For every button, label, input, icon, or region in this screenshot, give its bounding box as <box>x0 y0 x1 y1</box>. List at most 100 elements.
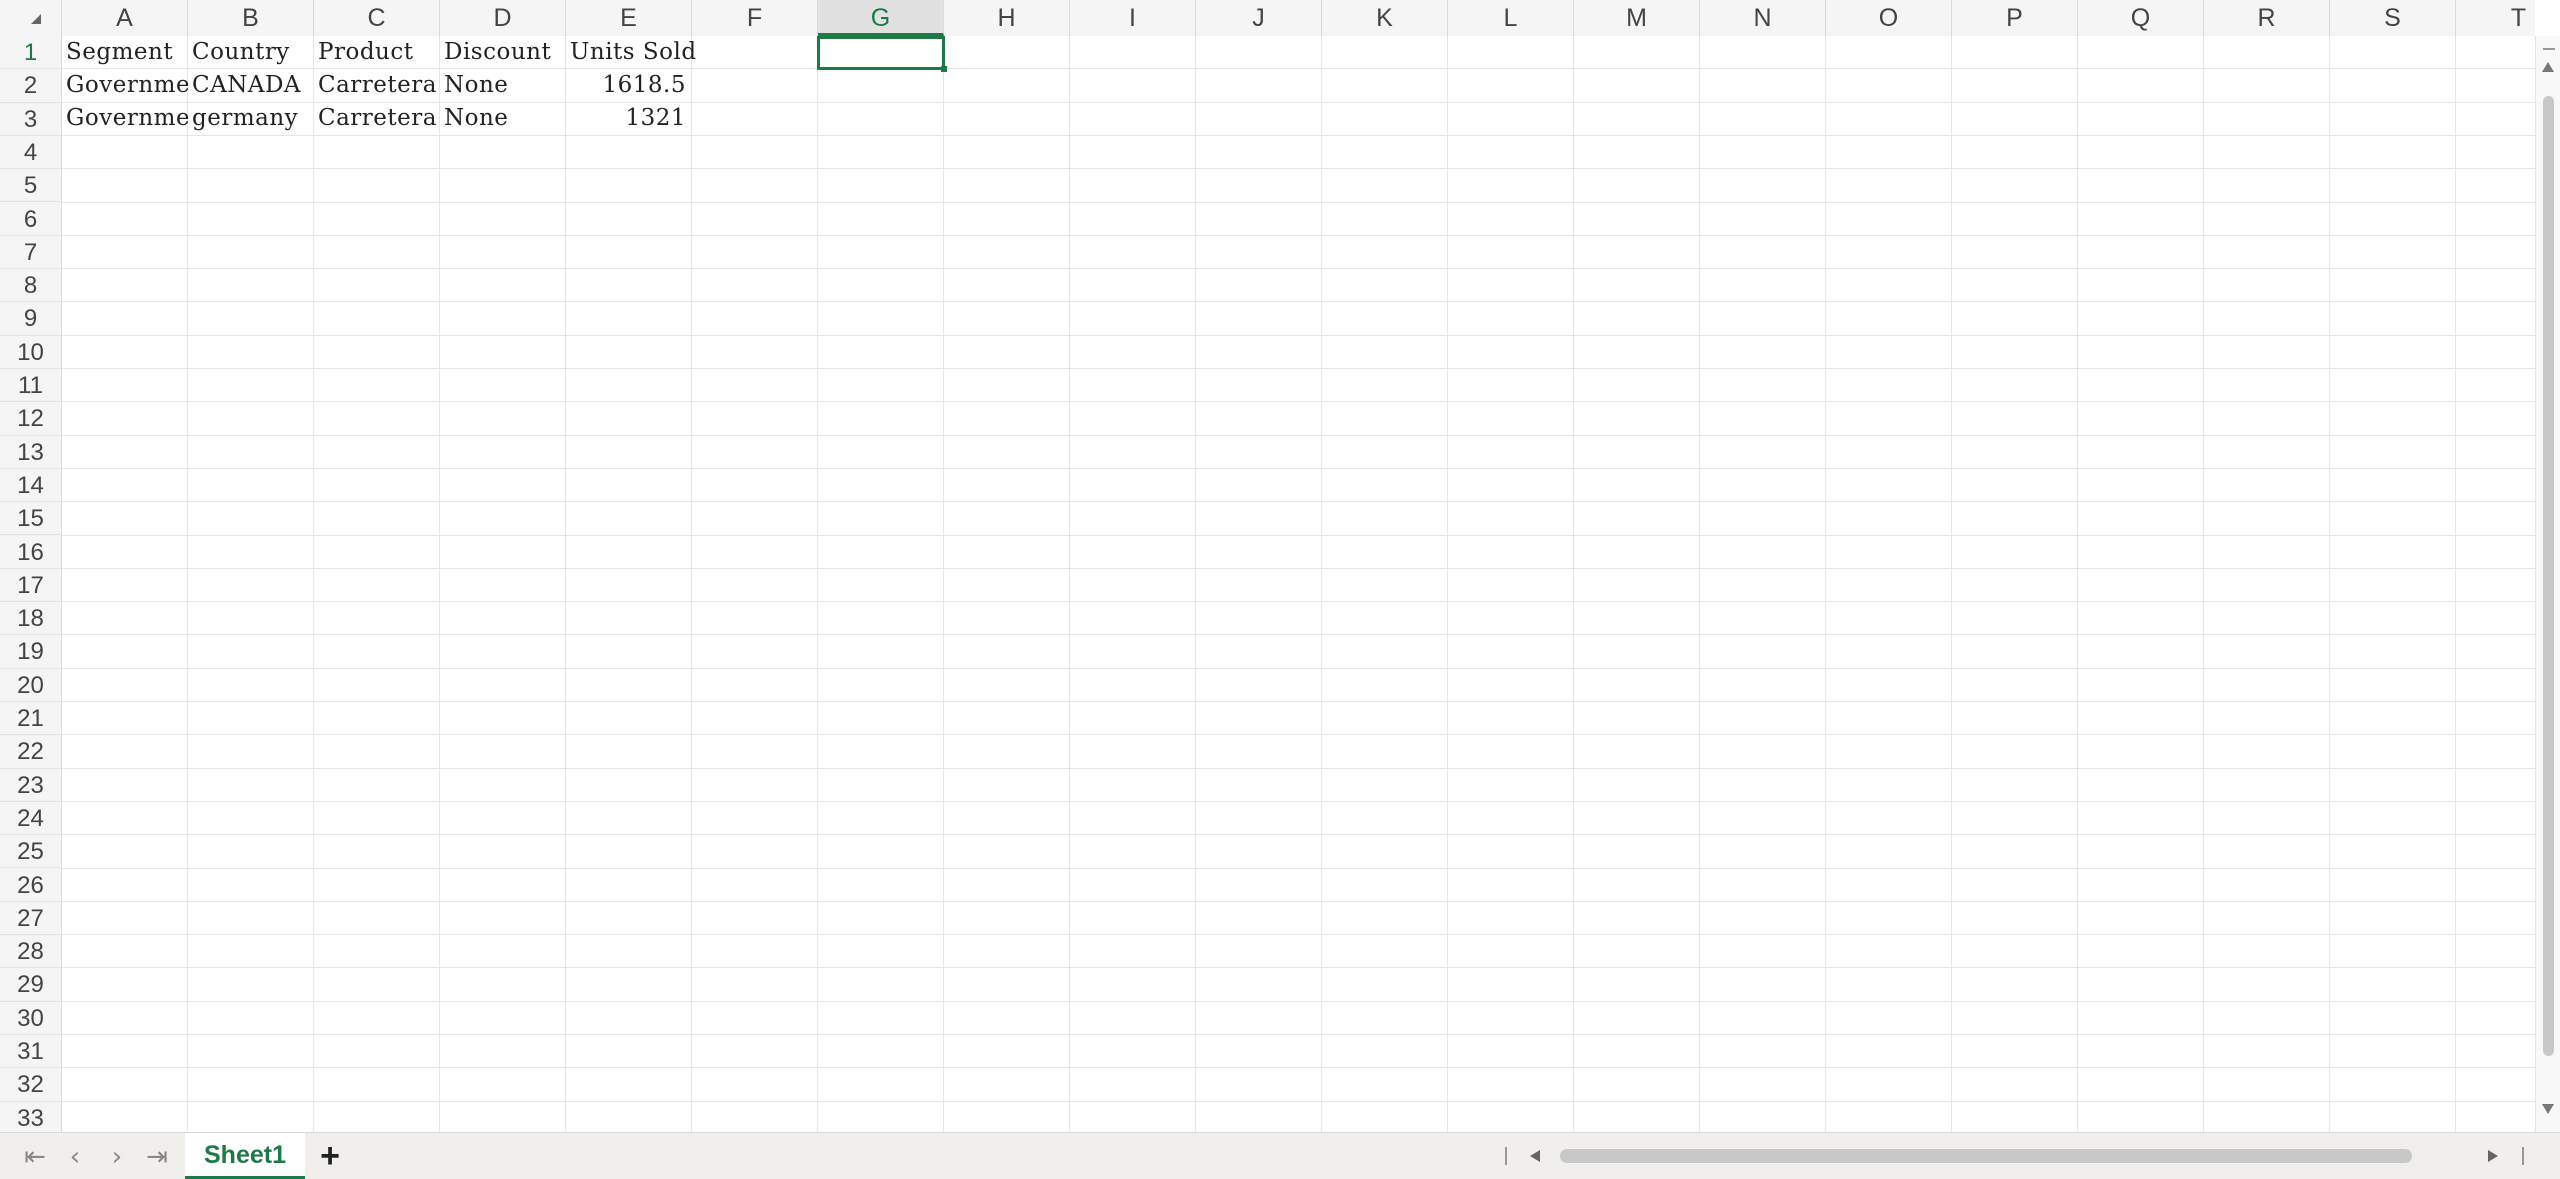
scroll-up-icon[interactable] <box>2542 62 2554 72</box>
cell-A2[interactable]: Governmer <box>62 69 188 102</box>
cell-C3[interactable]: Carretera <box>314 102 440 135</box>
cell-D1[interactable]: Discount <box>440 36 566 69</box>
column-header-b[interactable]: B <box>188 0 314 36</box>
column-header-p[interactable]: P <box>1952 0 2078 36</box>
grid-row-line <box>62 334 2535 336</box>
last-page-icon[interactable]: ⇥ <box>142 1143 172 1171</box>
scroll-left-icon[interactable] <box>1530 1150 1540 1162</box>
row-header-29[interactable]: 29 <box>0 968 61 1002</box>
row-header-14[interactable]: 14 <box>0 469 61 503</box>
column-header-k[interactable]: K <box>1322 0 1448 36</box>
row-header-27[interactable]: 27 <box>0 902 61 936</box>
grid-column-line <box>439 36 440 1132</box>
column-header-q[interactable]: Q <box>2078 0 2204 36</box>
cell-B1[interactable]: Country <box>188 36 314 69</box>
row-header-5[interactable]: 5 <box>0 169 61 203</box>
select-all-icon <box>31 14 41 24</box>
row-header-20[interactable]: 20 <box>0 669 61 702</box>
grid-row-line <box>62 501 2535 503</box>
column-header-h[interactable]: H <box>944 0 1070 36</box>
row-header-26[interactable]: 26 <box>0 869 61 902</box>
add-sheet-button[interactable]: + <box>312 1139 348 1175</box>
row-header-33[interactable]: 33 <box>0 1102 61 1132</box>
row-header-18[interactable]: 18 <box>0 602 61 636</box>
row-header-22[interactable]: 22 <box>0 735 61 769</box>
horizontal-scroll-thumb[interactable] <box>1560 1149 2412 1163</box>
row-header-12[interactable]: 12 <box>0 402 61 436</box>
grid-row-line <box>62 701 2535 702</box>
row-header-23[interactable]: 23 <box>0 769 61 802</box>
fill-handle[interactable] <box>941 66 947 72</box>
row-header-2[interactable]: 2 <box>0 69 61 103</box>
cell-B3[interactable]: germany <box>188 102 314 135</box>
grid-row-line <box>62 201 2535 203</box>
grid-column-line <box>2329 36 2330 1132</box>
column-header-s[interactable]: S <box>2330 0 2456 36</box>
grid-column-line <box>2455 36 2456 1132</box>
column-header-f[interactable]: F <box>692 0 818 36</box>
row-header-6[interactable]: 6 <box>0 203 61 236</box>
column-header-l[interactable]: L <box>1448 0 1574 36</box>
chevron-right-icon[interactable]: › <box>102 1143 132 1171</box>
row-header-3[interactable]: 3 <box>0 103 61 136</box>
row-header-15[interactable]: 15 <box>0 502 61 536</box>
grid-row-line <box>62 767 2535 769</box>
row-header-28[interactable]: 28 <box>0 935 61 969</box>
row-header-19[interactable]: 19 <box>0 635 61 669</box>
column-header-t[interactable]: T <box>2456 0 2560 36</box>
split-handle[interactable] <box>2543 48 2555 50</box>
column-header-e[interactable]: E <box>566 0 692 36</box>
row-header-32[interactable]: 32 <box>0 1068 61 1102</box>
row-header-24[interactable]: 24 <box>0 802 61 836</box>
column-header-c[interactable]: C <box>314 0 440 36</box>
cell-C2[interactable]: Carretera <box>314 69 440 102</box>
column-header-a[interactable]: A <box>62 0 188 36</box>
column-header-m[interactable]: M <box>1574 0 1700 36</box>
row-header-25[interactable]: 25 <box>0 835 61 869</box>
scroll-right-icon[interactable] <box>2488 1150 2498 1162</box>
hscroll-split-handle[interactable] <box>1505 1147 1507 1165</box>
column-header-o[interactable]: O <box>1826 0 1952 36</box>
row-header-7[interactable]: 7 <box>0 236 61 270</box>
cell-B2[interactable]: CANADA <box>188 69 314 102</box>
row-header-13[interactable]: 13 <box>0 436 61 469</box>
row-header-16[interactable]: 16 <box>0 536 61 569</box>
cell-E1[interactable]: Units Sold <box>566 36 696 69</box>
cell-C1[interactable]: Product <box>314 36 440 69</box>
grid-row-line <box>62 234 2535 236</box>
column-header-i[interactable]: I <box>1070 0 1196 36</box>
row-header-31[interactable]: 31 <box>0 1035 61 1069</box>
column-header-r[interactable]: R <box>2204 0 2330 36</box>
row-header-4[interactable]: 4 <box>0 136 61 170</box>
chevron-left-icon[interactable]: ‹ <box>60 1143 90 1171</box>
column-header-n[interactable]: N <box>1700 0 1826 36</box>
grid-column-line <box>1321 36 1322 1132</box>
cell-D3[interactable]: None <box>440 102 566 135</box>
row-header-30[interactable]: 30 <box>0 1002 61 1035</box>
first-page-icon[interactable]: ⇤ <box>20 1143 50 1171</box>
cell-grid[interactable]: Segment Country Product Discount Units S… <box>62 36 2535 1132</box>
row-header-21[interactable]: 21 <box>0 702 61 736</box>
grid-row-line <box>62 534 2535 536</box>
grid-row-line <box>62 1100 2535 1102</box>
cell-E3[interactable]: 1321 <box>566 102 692 135</box>
row-header-1[interactable]: 1 <box>0 36 61 70</box>
row-header-9[interactable]: 9 <box>0 302 61 336</box>
sheet-tab-sheet1[interactable]: Sheet1 <box>185 1133 305 1179</box>
active-cell-G1[interactable] <box>817 36 945 70</box>
select-all-corner[interactable] <box>0 0 62 36</box>
scroll-down-icon[interactable] <box>2542 1104 2554 1114</box>
row-header-11[interactable]: 11 <box>0 369 61 403</box>
vertical-scrollbar[interactable] <box>2535 36 2560 1132</box>
cell-A1[interactable]: Segment <box>62 36 188 69</box>
column-header-d[interactable]: D <box>440 0 566 36</box>
cell-A3[interactable]: Governmer <box>62 102 188 135</box>
column-header-g[interactable]: G <box>818 0 944 36</box>
vertical-scroll-thumb[interactable] <box>2543 96 2554 1056</box>
row-header-17[interactable]: 17 <box>0 569 61 603</box>
column-header-j[interactable]: J <box>1196 0 1322 36</box>
row-header-10[interactable]: 10 <box>0 336 61 369</box>
cell-E2[interactable]: 1618.5 <box>566 69 692 102</box>
row-header-8[interactable]: 8 <box>0 269 61 303</box>
cell-D2[interactable]: None <box>440 69 566 102</box>
